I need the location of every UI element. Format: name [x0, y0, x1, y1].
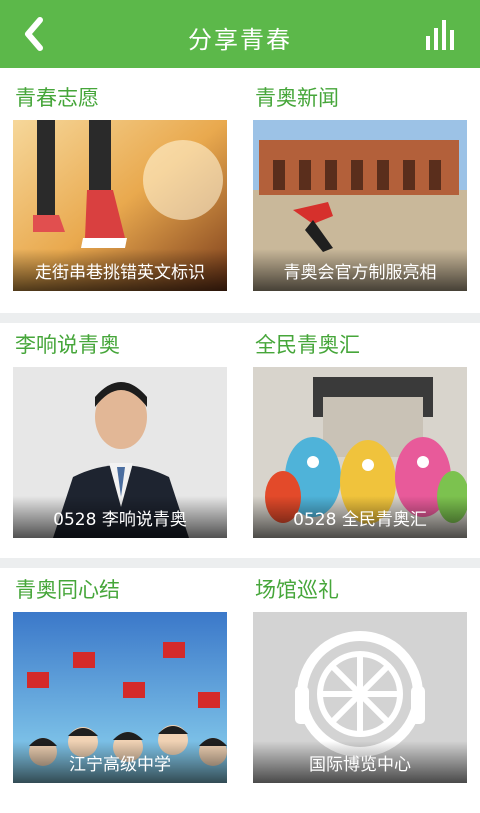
- mascot-parade-image[interactable]: 0528 全民青奥汇: [253, 367, 467, 538]
- running-shoes-image[interactable]: 走街串巷挑错英文标识: [13, 120, 227, 291]
- card-concentric-knot[interactable]: 青奥同心结 江宁高级中学: [13, 574, 227, 794]
- card-youth-news[interactable]: 青奥新闻 青奥会官方制服亮相: [253, 82, 467, 302]
- card-title: 青春志愿: [15, 86, 99, 110]
- card-venue-tour[interactable]: 场馆巡礼 国际博览中心: [253, 574, 467, 794]
- card-li-xiang[interactable]: 李响说青奥 0528 李响说青奥: [13, 329, 227, 549]
- host-portrait-image[interactable]: 0528 李响说青奥: [13, 367, 227, 538]
- card-youth-volunteer[interactable]: 青春志愿 走街串巷挑错英文标识: [13, 82, 227, 302]
- stats-button[interactable]: [424, 16, 460, 52]
- card-caption: 0528 李响说青奥: [53, 510, 187, 530]
- card-title: 李响说青奥: [15, 333, 120, 357]
- section-row-2: 李响说青奥 0528 李响说青奥 全民青奥汇 0528 全民青奥汇: [0, 323, 480, 568]
- uniform-launch-image[interactable]: 青奥会官方制服亮相: [253, 120, 467, 291]
- venue-placeholder-image[interactable]: 国际博览中心: [253, 612, 467, 783]
- section-divider: [0, 558, 480, 568]
- card-title: 场馆巡礼: [255, 578, 339, 602]
- card-title: 全民青奥汇: [255, 333, 360, 357]
- section-row-3: 青奥同心结 江宁高级中学 场馆巡礼 国际博览中心: [0, 568, 480, 813]
- card-title: 青奥新闻: [255, 86, 339, 110]
- card-caption: 江宁高级中学: [69, 755, 171, 775]
- top-bar: 分享青春: [0, 0, 480, 68]
- page-title: 分享青春: [188, 26, 292, 54]
- card-caption: 走街串巷挑错英文标识: [35, 263, 205, 283]
- section-divider: [0, 313, 480, 323]
- section-row-1: 青春志愿 走街串巷挑错英文标识 青奥新闻 青奥会官方制服亮相: [0, 68, 480, 313]
- card-caption: 青奥会官方制服亮相: [283, 263, 437, 283]
- students-flags-image[interactable]: 江宁高级中学: [13, 612, 227, 783]
- card-caption: 国际博览中心: [309, 755, 411, 775]
- card-title: 青奥同心结: [15, 578, 120, 602]
- card-public-youth[interactable]: 全民青奥汇 0528 全民青奥汇: [253, 329, 467, 549]
- bar-chart-icon: [426, 20, 454, 50]
- card-caption: 0528 全民青奥汇: [293, 510, 427, 530]
